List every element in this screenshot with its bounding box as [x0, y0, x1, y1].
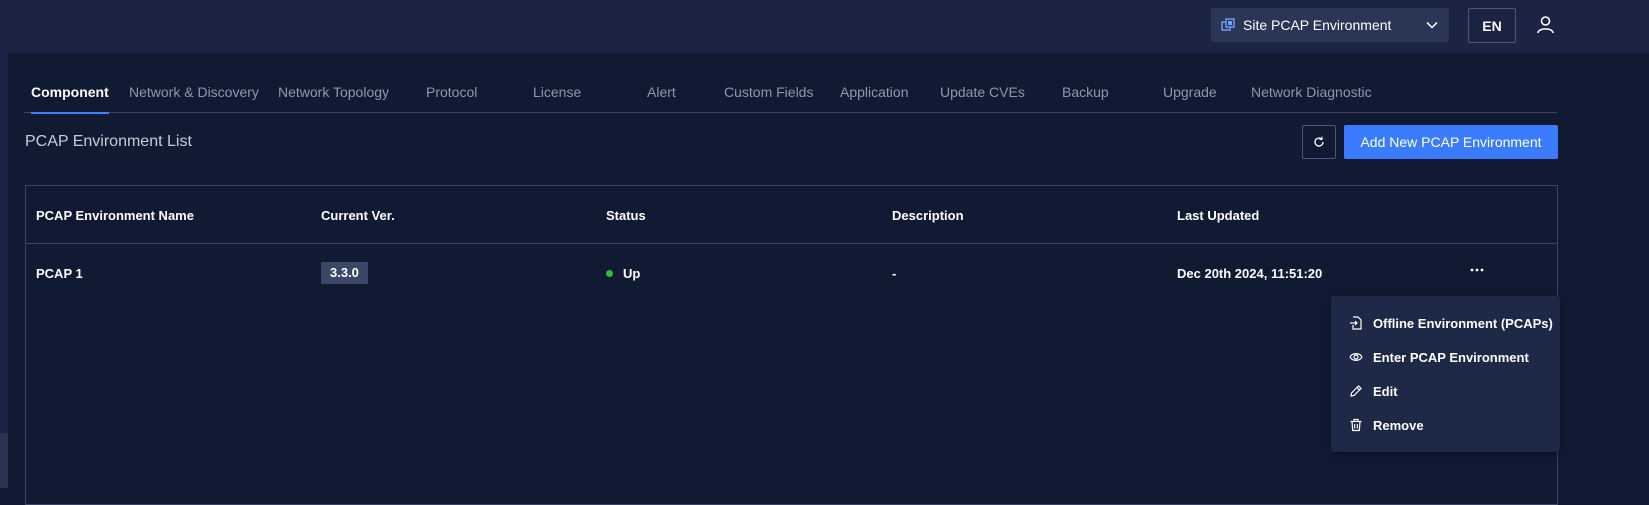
menu-item-label: Offline Environment (PCAPs) [1373, 315, 1553, 331]
tab-network-discovery[interactable]: Network & Discovery [129, 82, 259, 113]
menu-item-enter-environment[interactable]: Enter PCAP Environment [1331, 340, 1560, 374]
left-strip-notch [0, 433, 8, 488]
column-header-last-updated[interactable]: Last Updated [1177, 208, 1259, 223]
left-strip [0, 53, 8, 488]
version-badge: 3.3.0 [321, 262, 368, 284]
row-actions-menu: Offline Environment (PCAPs) Enter PCAP E… [1331, 296, 1560, 452]
table-header: PCAP Environment Name Current Ver. Statu… [26, 186, 1557, 244]
pcap-environment-table: PCAP Environment Name Current Ver. Statu… [25, 185, 1558, 505]
tab-network-diagnostic[interactable]: Network Diagnostic [1251, 82, 1372, 113]
eye-icon [1349, 353, 1363, 361]
tab-upgrade[interactable]: Upgrade [1163, 82, 1217, 113]
chevron-down-icon [1426, 21, 1438, 29]
tab-application[interactable]: Application [840, 82, 909, 113]
environment-icon [1221, 18, 1235, 31]
tab-alert[interactable]: Alert [647, 82, 676, 113]
column-header-version[interactable]: Current Ver. [321, 208, 395, 223]
file-import-icon [1350, 316, 1362, 330]
menu-item-label: Enter PCAP Environment [1373, 349, 1529, 365]
menu-item-edit[interactable]: Edit [1331, 374, 1560, 408]
menu-item-label: Remove [1373, 417, 1424, 433]
more-actions-icon[interactable] [1469, 262, 1485, 278]
status-label: Up [623, 266, 641, 281]
table-row[interactable]: PCAP 1 3.3.0 Up - Dec 20th 2024, 11:51:2… [26, 244, 1557, 300]
tab-component[interactable]: Component [31, 82, 109, 114]
column-header-name[interactable]: PCAP Environment Name [36, 208, 194, 223]
tab-network-topology[interactable]: Network Topology [278, 82, 389, 113]
environment-select-value: Site PCAP Environment [1243, 17, 1392, 33]
add-pcap-environment-button[interactable]: Add New PCAP Environment [1344, 125, 1558, 159]
page-title: PCAP Environment List [25, 133, 192, 150]
pencil-icon [1350, 385, 1362, 397]
tab-bar: Component Network & Discovery Network To… [24, 82, 1557, 114]
language-button[interactable]: EN [1468, 8, 1516, 43]
tab-protocol[interactable]: Protocol [426, 82, 477, 113]
tab-update-cves[interactable]: Update CVEs [940, 82, 1025, 113]
cell-description: - [892, 266, 897, 281]
column-header-status[interactable]: Status [606, 208, 646, 223]
tab-license[interactable]: License [533, 82, 581, 113]
tab-backup[interactable]: Backup [1062, 82, 1109, 113]
refresh-icon [1314, 136, 1324, 147]
top-bar: Site PCAP Environment EN [0, 0, 1649, 53]
trash-icon [1350, 418, 1362, 432]
refresh-button[interactable] [1302, 125, 1336, 159]
menu-item-label: Edit [1373, 383, 1398, 399]
tab-custom-fields[interactable]: Custom Fields [724, 82, 813, 113]
menu-item-offline-environment[interactable]: Offline Environment (PCAPs) [1331, 306, 1560, 340]
status-dot [606, 270, 613, 277]
cell-status: Up [606, 266, 640, 281]
environment-select[interactable]: Site PCAP Environment [1211, 8, 1449, 42]
cell-name: PCAP 1 [36, 266, 83, 281]
user-icon[interactable] [1536, 15, 1555, 34]
cell-last-updated: Dec 20th 2024, 11:51:20 [1177, 266, 1323, 281]
column-header-description[interactable]: Description [892, 208, 964, 223]
menu-item-remove[interactable]: Remove [1331, 408, 1560, 442]
